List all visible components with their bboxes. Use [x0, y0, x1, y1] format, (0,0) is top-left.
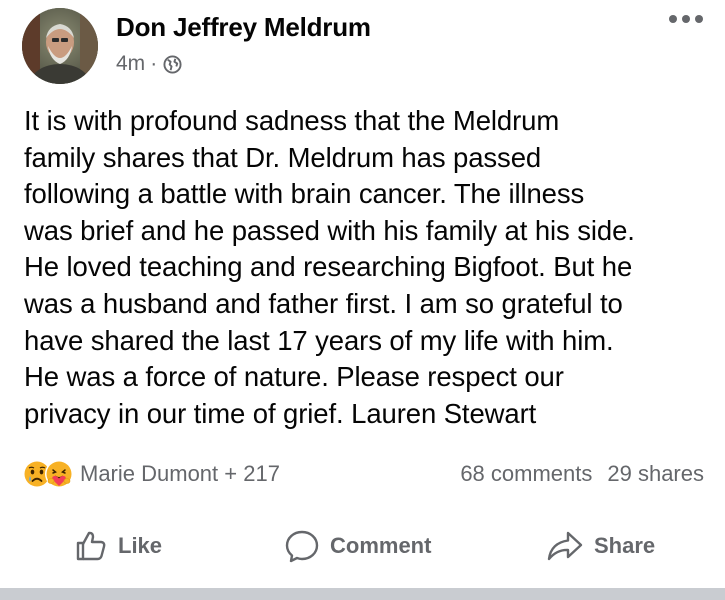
like-button[interactable]: Like	[74, 520, 162, 572]
author-avatar[interactable]	[22, 8, 98, 84]
share-icon	[547, 531, 583, 561]
reaction-names[interactable]: Marie Dumont + 217	[80, 461, 280, 487]
like-label: Like	[118, 533, 163, 558]
comment-icon	[285, 530, 319, 563]
more-horizontal-icon[interactable]	[667, 12, 705, 26]
meta-separator: ·	[150, 52, 158, 75]
post-card: Don Jeffrey Meldrum 4m · It is with prof…	[0, 0, 725, 588]
post-timestamp[interactable]: 4m	[116, 52, 145, 76]
reactions-summary[interactable]: Marie Dumont + 217	[22, 458, 280, 490]
share-button[interactable]: Share	[546, 520, 655, 572]
like-icon	[76, 531, 106, 561]
shares-count[interactable]: 29 shares	[607, 461, 704, 487]
post-body-text: It is with profound sadness that the Mel…	[24, 105, 635, 429]
post-meta: 4m ·	[116, 52, 182, 76]
feed-divider	[0, 588, 725, 600]
comments-count[interactable]: 68 comments	[460, 461, 592, 487]
engagement-counts: 68 comments 29 shares	[460, 458, 704, 490]
share-label: Share	[594, 533, 656, 558]
globe-icon[interactable]	[163, 54, 182, 74]
action-bar: Like Comment Share	[0, 520, 725, 572]
comment-label: Comment	[330, 533, 432, 558]
care-reaction-icon	[44, 459, 74, 489]
post-stats: Marie Dumont + 217 68 comments 29 shares	[22, 458, 712, 490]
post-header: Don Jeffrey Meldrum 4m ·	[22, 8, 702, 84]
comment-button[interactable]: Comment	[284, 520, 431, 572]
author-name[interactable]: Don Jeffrey Meldrum	[116, 12, 371, 43]
